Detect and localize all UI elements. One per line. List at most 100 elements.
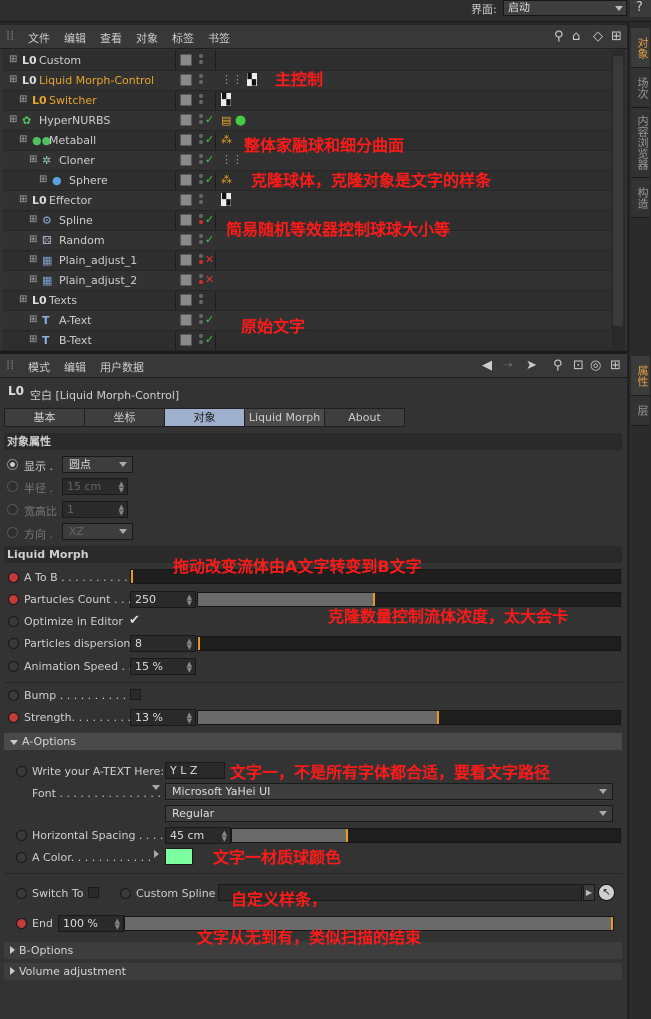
layer-swatch[interactable] bbox=[180, 294, 192, 306]
home-icon[interactable]: ⌂ bbox=[572, 29, 580, 45]
expand-icon[interactable]: ⊞ bbox=[19, 194, 27, 205]
object-name[interactable]: Plain_adjust_1 bbox=[59, 254, 137, 267]
layer-swatch[interactable] bbox=[180, 234, 192, 246]
layer-swatch[interactable] bbox=[180, 194, 192, 206]
pick-object-icon[interactable]: ↖ bbox=[598, 884, 615, 901]
expand-icon[interactable]: ⊞ bbox=[9, 54, 17, 65]
layer-swatch[interactable] bbox=[180, 74, 192, 86]
layer-swatch[interactable] bbox=[180, 314, 192, 326]
object-row[interactable]: ⊞ L0 Texts bbox=[3, 291, 610, 311]
tab-attributes[interactable]: 属性 bbox=[631, 356, 650, 396]
display-dropdown[interactable]: 圆点 bbox=[62, 456, 133, 473]
slider-handle[interactable] bbox=[611, 917, 613, 930]
new-panel-icon[interactable]: ⊞ bbox=[610, 358, 621, 374]
tab-takes[interactable]: 场次 bbox=[631, 68, 650, 108]
tag-area[interactable]: ▤ ● bbox=[221, 113, 246, 129]
enabled-check-icon[interactable]: ✓ bbox=[205, 233, 214, 246]
enabled-check-icon[interactable]: ✓ bbox=[205, 213, 214, 226]
tag-area[interactable]: ⁂ bbox=[221, 173, 232, 189]
strength-slider[interactable] bbox=[197, 710, 621, 725]
layer-swatch[interactable] bbox=[180, 274, 192, 286]
tag-icon[interactable]: ⋮⋮ bbox=[221, 73, 243, 86]
disabled-icon[interactable]: ✕ bbox=[205, 253, 214, 266]
arrow-left-icon[interactable]: ◀ bbox=[482, 358, 492, 374]
tag-icon[interactable]: ⋮⋮ bbox=[221, 153, 243, 166]
enabled-check-icon[interactable]: ✓ bbox=[205, 333, 214, 346]
object-row[interactable]: ⊞ ▦ Plain_adjust_2 ✕ bbox=[3, 271, 610, 291]
new-panel-icon[interactable]: ⊞ bbox=[611, 29, 622, 45]
menu-objects[interactable]: 对象 bbox=[136, 30, 158, 46]
menu-mode[interactable]: 模式 bbox=[28, 359, 50, 375]
slider-handle[interactable] bbox=[373, 593, 375, 606]
enabled-check-icon[interactable]: ✓ bbox=[205, 173, 214, 186]
keyframe-icon[interactable] bbox=[8, 661, 19, 672]
scroll-thumb[interactable] bbox=[613, 56, 623, 326]
tag-area[interactable]: ⋮⋮ bbox=[221, 153, 243, 169]
chevron-right-icon[interactable] bbox=[154, 850, 159, 858]
keyframe-icon[interactable] bbox=[120, 888, 131, 899]
menu-user-data[interactable]: 用户数据 bbox=[100, 359, 144, 375]
chevron-down-icon[interactable] bbox=[152, 785, 160, 790]
visibility-dots[interactable] bbox=[199, 114, 203, 126]
checker-tag-icon[interactable]: ▚ bbox=[221, 93, 232, 106]
interface-select[interactable]: 启动 bbox=[503, 0, 627, 16]
visibility-dots[interactable] bbox=[199, 294, 203, 306]
expand-icon[interactable]: ⊞ bbox=[9, 114, 17, 125]
tag-icon[interactable]: ▤ bbox=[221, 114, 231, 127]
tag-icon[interactable]: ⁂ bbox=[221, 133, 232, 146]
slider-handle[interactable] bbox=[437, 711, 439, 724]
end-field[interactable]: 100 % ▲ ▼ bbox=[58, 915, 124, 932]
font-dropdown[interactable]: Microsoft YaHei UI bbox=[165, 783, 613, 800]
layer-swatch[interactable] bbox=[180, 154, 192, 166]
menu-view[interactable]: 查看 bbox=[100, 30, 122, 46]
expand-icon[interactable]: ⊞ bbox=[19, 294, 27, 305]
ratio-radio[interactable] bbox=[7, 504, 18, 515]
tab-layers[interactable]: 层 bbox=[631, 396, 650, 426]
dispersion-field[interactable]: 8 ▲ ▼ bbox=[130, 635, 196, 652]
spinner-icon[interactable]: ▲ ▼ bbox=[222, 830, 227, 843]
visibility-dots[interactable] bbox=[199, 334, 203, 346]
animation-speed-field[interactable]: 15 % ▲ ▼ bbox=[130, 658, 196, 675]
menu-tags[interactable]: 标签 bbox=[172, 30, 194, 46]
visibility-dots[interactable] bbox=[199, 54, 203, 66]
target-icon[interactable]: ◎ bbox=[590, 358, 601, 374]
layer-swatch[interactable] bbox=[180, 54, 192, 66]
enabled-check-icon[interactable]: ✓ bbox=[205, 133, 214, 146]
particles-count-slider[interactable] bbox=[197, 592, 621, 607]
layer-swatch[interactable] bbox=[180, 134, 192, 146]
keyframe-icon[interactable] bbox=[8, 572, 19, 583]
keyframe-icon[interactable] bbox=[16, 852, 27, 863]
visibility-dots[interactable] bbox=[199, 314, 203, 326]
keyframe-icon[interactable] bbox=[16, 918, 27, 929]
object-name[interactable]: HyperNURBS bbox=[39, 114, 110, 127]
a-options-header[interactable]: A-Options bbox=[4, 733, 622, 750]
keyframe-icon[interactable] bbox=[16, 830, 27, 841]
radius-field[interactable]: 15 cm ▲ ▼ bbox=[62, 478, 128, 495]
menu-file[interactable]: 文件 bbox=[28, 30, 50, 46]
visibility-dots[interactable] bbox=[199, 234, 203, 246]
object-row[interactable]: ⊞ L0 Effector ▚ bbox=[3, 191, 610, 211]
tab-objects[interactable]: 对象 bbox=[631, 28, 650, 68]
ratio-field[interactable]: 1 ▲ ▼ bbox=[62, 501, 128, 518]
menu-edit[interactable]: 编辑 bbox=[64, 30, 86, 46]
expand-icon[interactable]: ⊞ bbox=[29, 234, 37, 245]
volume-adjustment-header[interactable]: Volume adjustment bbox=[4, 963, 622, 980]
slider-handle[interactable] bbox=[346, 829, 348, 842]
layer-swatch[interactable] bbox=[180, 94, 192, 106]
visibility-dots[interactable] bbox=[199, 94, 203, 106]
menu-bookmarks[interactable]: 书签 bbox=[208, 30, 230, 46]
object-name[interactable]: Switcher bbox=[49, 94, 97, 107]
expand-icon[interactable]: ⊞ bbox=[29, 254, 37, 265]
expand-icon[interactable]: ⊞ bbox=[29, 334, 37, 345]
arrow-right-icon[interactable]: ➝ bbox=[502, 358, 513, 374]
visibility-dots[interactable] bbox=[199, 254, 203, 266]
object-name[interactable]: Liquid Morph-Control bbox=[39, 74, 154, 87]
object-name[interactable]: Plain_adjust_2 bbox=[59, 274, 137, 287]
object-row[interactable]: ⊞ ✿ HyperNURBS ✓ ▤ ● bbox=[3, 111, 610, 131]
back-icon[interactable]: ◇ bbox=[593, 29, 603, 45]
slider-handle[interactable] bbox=[131, 570, 133, 583]
object-name[interactable]: Texts bbox=[49, 294, 77, 307]
search-icon[interactable]: ⚲ bbox=[553, 358, 563, 374]
layer-swatch[interactable] bbox=[180, 254, 192, 266]
object-name[interactable]: B-Text bbox=[59, 334, 92, 347]
